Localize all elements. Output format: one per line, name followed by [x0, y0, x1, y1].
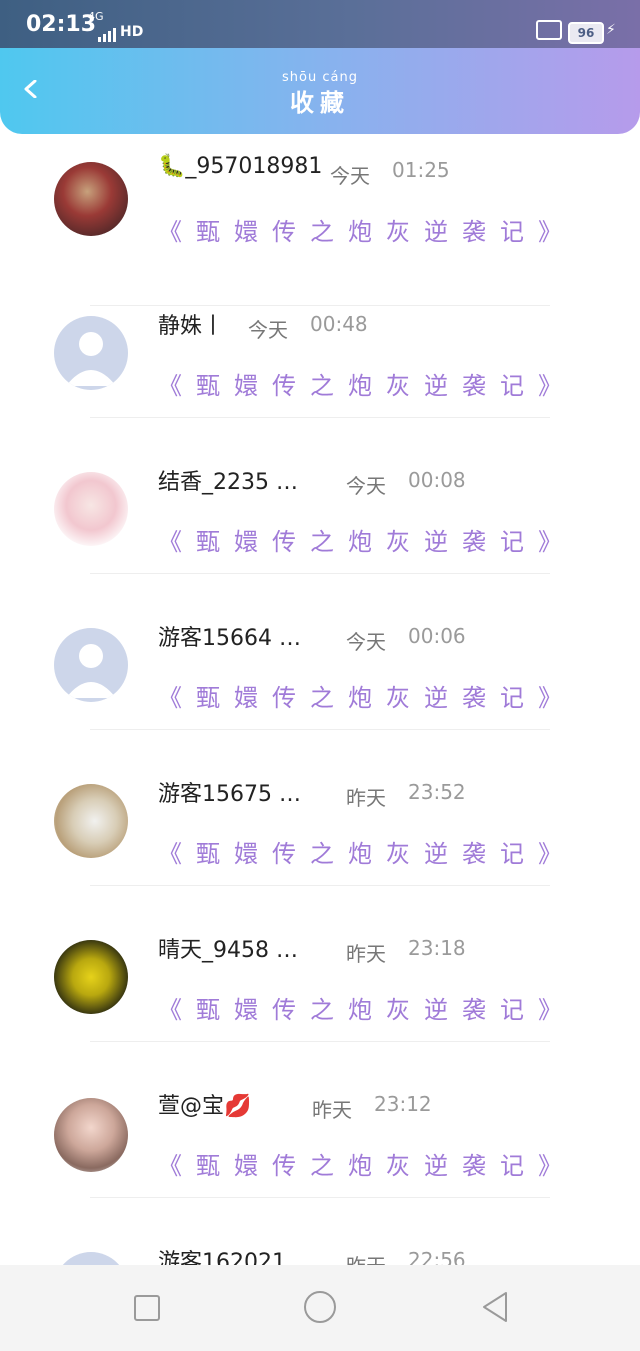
- user-name: 结香_2235 …: [158, 470, 298, 495]
- status-time: 02:13: [26, 12, 97, 37]
- system-nav-bar: [0, 1265, 640, 1351]
- user-name: 晴天_9458 …: [158, 938, 298, 963]
- avatar: [54, 1252, 128, 1265]
- list-item[interactable]: 游客15675 … 昨天 23:52 《甄嬛传之炮灰逆袭记》: [0, 730, 640, 886]
- default-avatar-icon: [66, 644, 116, 698]
- user-name: 静姝丨: [158, 314, 225, 339]
- avatar: [54, 628, 128, 702]
- status-bar: 02:13 4G HD 96 ⚡: [0, 0, 640, 48]
- avatar: [54, 940, 128, 1014]
- page-title: shōu cáng 收藏: [0, 70, 640, 118]
- user-name: 游客15664 …: [158, 626, 301, 651]
- signal-icon: [98, 23, 118, 42]
- user-name: 游客162021 …: [158, 1250, 315, 1265]
- book-title: 《甄嬛传之炮灰逆袭记》: [158, 996, 576, 1024]
- avatar: [54, 784, 128, 858]
- time-label: 23:12: [374, 1092, 432, 1116]
- user-name: 游客15675 …: [158, 782, 301, 807]
- page-title-pinyin: shōu cáng: [282, 70, 358, 85]
- user-name: 🐛_957018981: [158, 154, 323, 179]
- default-avatar-icon: [54, 1252, 128, 1265]
- time-label: 00:06: [408, 624, 466, 648]
- date-label: 昨天: [312, 1098, 352, 1122]
- date-label: 昨天: [346, 942, 386, 966]
- avatar: [54, 1098, 128, 1172]
- avatar: [54, 472, 128, 546]
- list-item[interactable]: 游客15664 … 今天 00:06 《甄嬛传之炮灰逆袭记》: [0, 574, 640, 730]
- time-label: 23:52: [408, 780, 466, 804]
- avatar: [54, 162, 128, 236]
- date-label: 昨天: [346, 786, 386, 810]
- default-avatar-icon: [66, 332, 116, 386]
- time-label: 00:48: [310, 312, 368, 336]
- list-item[interactable]: 结香_2235 … 今天 00:08 《甄嬛传之炮灰逆袭记》: [0, 418, 640, 574]
- book-title: 《甄嬛传之炮灰逆袭记》: [158, 528, 576, 556]
- time-label: 23:18: [408, 936, 466, 960]
- vibrate-icon: [536, 20, 562, 40]
- book-title: 《甄嬛传之炮灰逆袭记》: [158, 684, 576, 712]
- time-label: 01:25: [392, 158, 450, 182]
- date-label: 今天: [330, 164, 370, 188]
- list-item[interactable]: 静姝丨 今天 00:48 《甄嬛传之炮灰逆袭记》: [0, 262, 640, 418]
- book-title: 《甄嬛传之炮灰逆袭记》: [158, 218, 576, 246]
- date-label: 昨天: [346, 1250, 386, 1265]
- date-label: 今天: [346, 630, 386, 654]
- time-label: 22:56: [408, 1248, 466, 1265]
- battery-icon: 96: [568, 22, 604, 44]
- favorites-list: 🐛_957018981 今天 01:25 《甄嬛传之炮灰逆袭记》 静姝丨 今天 …: [0, 150, 640, 1265]
- book-title: 《甄嬛传之炮灰逆袭记》: [158, 1152, 576, 1180]
- home-button[interactable]: [304, 1291, 336, 1323]
- back-button[interactable]: [480, 1291, 510, 1323]
- book-title: 《甄嬛传之炮灰逆袭记》: [158, 372, 576, 400]
- date-label: 今天: [248, 318, 288, 342]
- list-item[interactable]: 晴天_9458 … 昨天 23:18 《甄嬛传之炮灰逆袭记》: [0, 886, 640, 1042]
- book-title: 《甄嬛传之炮灰逆袭记》: [158, 840, 576, 868]
- date-label: 今天: [346, 474, 386, 498]
- charging-icon: ⚡: [606, 22, 616, 38]
- hd-label: HD: [120, 24, 144, 40]
- user-name: 萱@宝💋: [158, 1094, 252, 1119]
- app-header: shōu cáng 收藏: [0, 48, 640, 134]
- recent-apps-button[interactable]: [134, 1295, 160, 1321]
- avatar: [54, 316, 128, 390]
- page-title-text: 收藏: [290, 89, 350, 117]
- time-label: 00:08: [408, 468, 466, 492]
- list-item[interactable]: 游客162021 … 昨天 22:56: [0, 1198, 640, 1265]
- network-type: 4G: [88, 10, 104, 23]
- list-item[interactable]: 萱@宝💋 昨天 23:12 《甄嬛传之炮灰逆袭记》: [0, 1042, 640, 1198]
